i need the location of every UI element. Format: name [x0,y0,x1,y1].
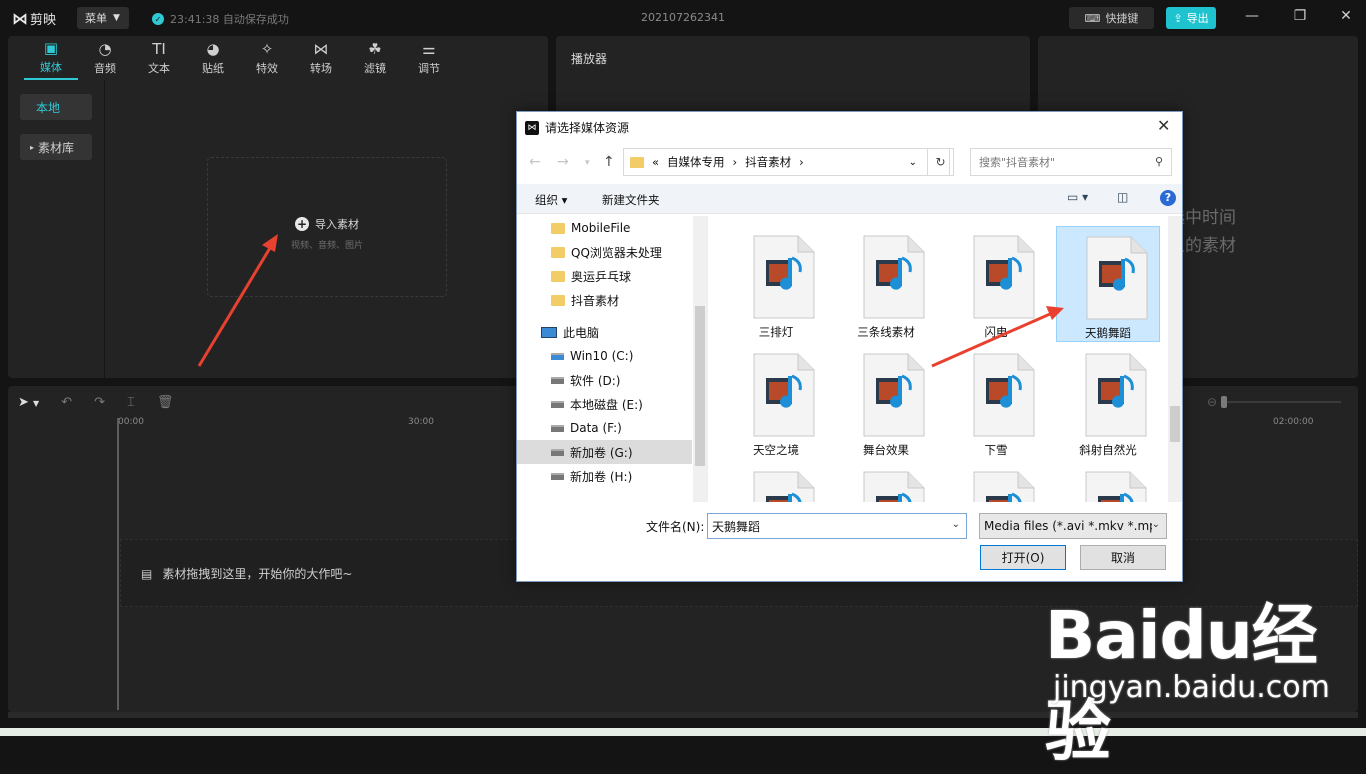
baidu-watermark: Baidu经验 jingyan.baidu.com [1045,582,1366,774]
watermark-url: jingyan.baidu.com [1053,670,1330,705]
annotation-arrow [931,306,1064,368]
annotation-arrow [197,234,278,367]
